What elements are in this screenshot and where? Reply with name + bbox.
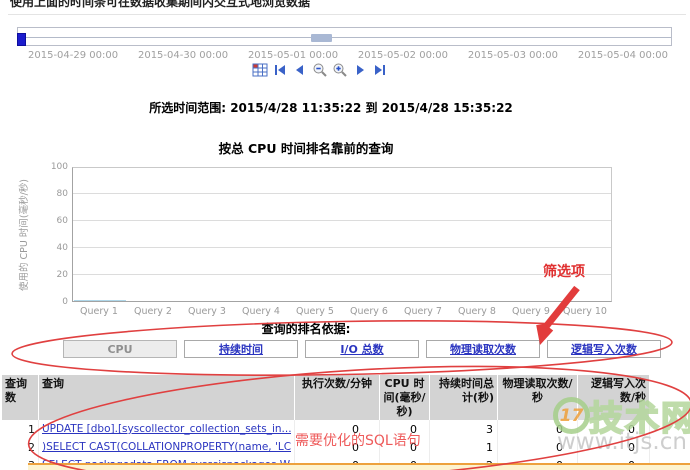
y-tick: 20 [56,270,68,280]
cell-duration: 3 [430,420,498,439]
date-label: 2015-05-02 00:00 [357,50,449,61]
x-tick: Query 6 [350,306,388,317]
y-axis-ticks: 100 80 60 40 20 0 [40,162,68,307]
calendar-icon[interactable] [251,61,268,78]
x-axis-labels: Query 1 Query 2 Query 3 Query 4 Query 5 … [72,306,612,317]
timeline-track[interactable] [17,27,672,46]
header-exec-per-min: 执行次数/分钟 [295,375,380,421]
bar-chart-plot-area [72,167,612,302]
highlight-strip [28,463,690,470]
date-label: 2015-04-29 00:00 [28,50,119,61]
date-label: 2015-05-04 00:00 [577,50,668,61]
x-tick: Query 4 [242,306,280,317]
zoom-out-icon[interactable] [311,61,328,78]
optimize-annotation-label: 需要优化的SQL语句 [295,433,421,449]
query-link[interactable]: UPDATE [dbo].[syscollector_collection_se… [42,423,291,435]
skip-to-start-icon[interactable] [271,61,288,78]
bar-query-1 [74,299,126,301]
query-table: 查询数 查询 执行次数/分钟 CPU 时间(毫秒/秒) 持续时间总计(秒) 物理… [2,375,650,470]
date-label: 2015-05-03 00:00 [467,50,558,61]
step-back-icon[interactable] [291,61,308,78]
y-axis-label: 使用的 CPU 时间(毫秒/秒) [19,179,30,291]
rank-button-io-total[interactable]: I/O 总数 [305,340,419,358]
x-tick: Query 1 [80,306,118,317]
x-tick: Query 7 [404,306,442,317]
panel-divider [8,14,686,15]
x-tick: Query 8 [458,306,496,317]
rank-button-cpu[interactable]: CPU [63,340,177,358]
time-range-end: 2015/4/28 15:35:22 [381,101,513,115]
x-tick: Query 2 [134,306,172,317]
cell-duration: 1 [430,438,498,457]
date-label: 2015-05-01 00:00 [247,50,339,61]
rank-basis-label: 查询的排名依据: [261,322,351,336]
rank-button-duration[interactable]: 持续时间 [184,340,298,358]
time-range-start: 2015/4/28 11:35:22 [230,101,362,115]
x-tick: Query 9 [512,306,550,317]
bar-series [73,168,611,301]
step-forward-icon[interactable] [351,61,368,78]
header-query: 查询 [39,375,295,421]
timeline-handle[interactable] [17,33,26,46]
filter-annotation-label: 筛选项 [543,264,585,280]
header-duration-total: 持续时间总计(秒) [430,375,498,421]
time-range-label: 所选时间范围: [149,101,227,115]
selected-range-indicator[interactable] [311,34,332,42]
date-label: 2015-04-30 00:00 [137,50,229,61]
y-tick: 0 [62,297,68,307]
x-tick: Query 3 [188,306,226,317]
query-link[interactable]: )SELECT CAST(COLLATIONPROPERTY(name, 'LC… [42,441,291,453]
report-page: 使用上面的时间条可在数据收集期间内交互式地浏览数据 2015-04-29 00:… [0,0,690,470]
clipped-instruction-text: 使用上面的时间条可在数据收集期间内交互式地浏览数据 [10,0,311,9]
watermark-url: www.itjs.cn [557,429,687,455]
timeline-toolbar [251,61,388,78]
row-number: 2 [2,438,39,457]
x-tick: Query 5 [296,306,334,317]
y-tick: 40 [56,243,68,253]
rank-button-logical-writes[interactable]: 逻辑写入次数 [547,340,661,358]
y-tick: 80 [56,189,68,199]
header-query-count: 查询数 [2,375,39,421]
timeline-midline [18,37,671,38]
timeline-date-labels: 2015-04-29 00:00 2015-04-30 00:00 2015-0… [28,50,668,61]
x-tick: Query 10 [563,306,607,317]
zoom-in-icon[interactable] [331,61,348,78]
skip-to-end-icon[interactable] [371,61,388,78]
rank-button-physical-reads[interactable]: 物理读取次数 [426,340,540,358]
rank-button-row: CPU 持续时间 I/O 总数 物理读取次数 逻辑写入次数 [63,340,661,358]
header-cpu-time: CPU 时间(毫秒/秒) [380,375,430,421]
chart-title: 按总 CPU 时间排名靠前的查询 [218,141,394,156]
y-tick: 60 [56,216,68,226]
time-range-joiner: 到 [365,101,378,115]
y-tick: 100 [50,162,68,172]
row-number: 1 [2,420,39,439]
selected-time-range: 所选时间范围: 2015/4/28 11:35:22 到 2015/4/28 1… [0,99,690,116]
